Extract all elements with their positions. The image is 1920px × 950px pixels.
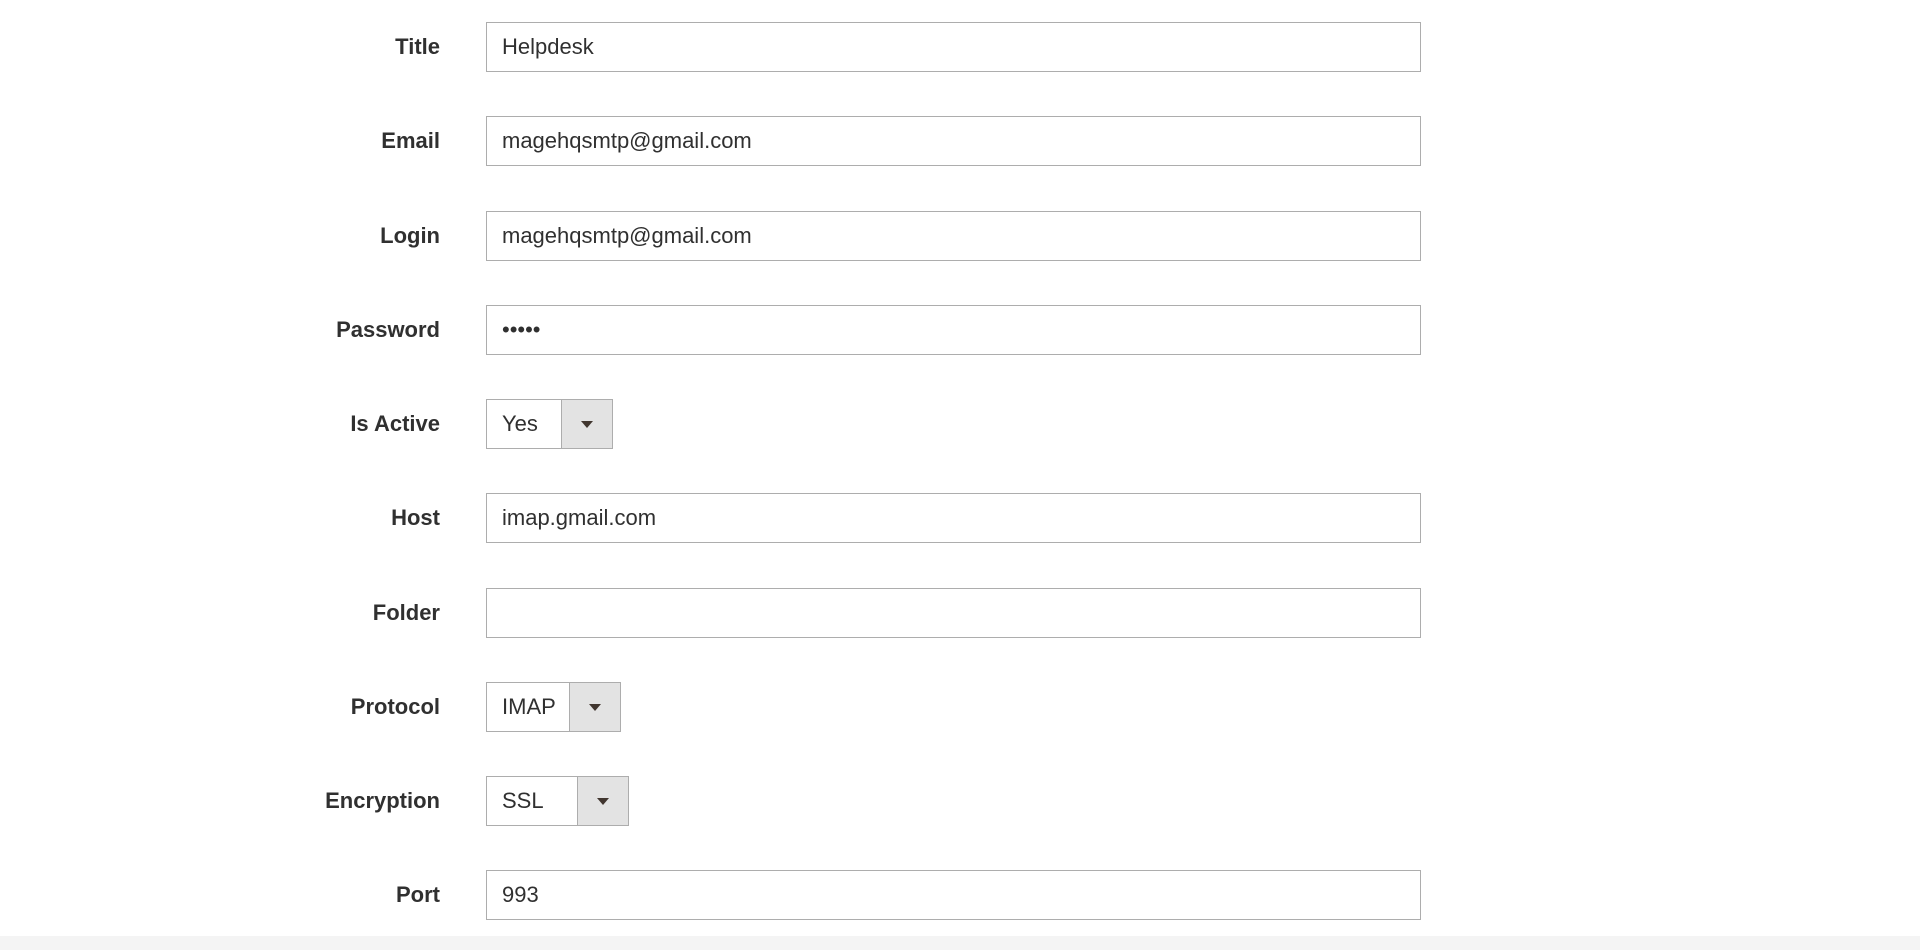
login-input[interactable] [486,211,1421,261]
folder-label: Folder [372,600,440,625]
encryption-select[interactable]: SSL [486,776,629,826]
protocol-dropdown-button[interactable] [569,683,620,731]
encryption-label: Encryption [325,788,440,813]
caret-down-icon [581,420,593,428]
is-active-select[interactable]: Yes [486,399,613,449]
port-label: Port [396,882,440,907]
mailbox-settings-form: Title Email Login Password Is Active Yes… [0,0,1920,950]
login-label: Login [380,223,440,248]
email-row: Email [0,116,1920,166]
is-active-label: Is Active [350,411,440,436]
caret-down-icon [597,797,609,805]
title-row: Title [0,22,1920,72]
password-row: Password [0,305,1920,355]
host-label: Host [391,505,440,530]
email-input[interactable] [486,116,1421,166]
email-label: Email [381,128,440,153]
title-input[interactable] [486,22,1421,72]
protocol-label: Protocol [350,694,440,719]
is-active-selected-value: Yes [502,411,538,436]
title-label: Title [395,34,440,59]
password-label: Password [336,317,440,342]
caret-down-icon [589,703,601,711]
page-footer-strip [0,936,1920,950]
encryption-dropdown-button[interactable] [577,777,628,825]
encryption-selected-value: SSL [502,788,544,813]
is-active-row: Is Active Yes [0,399,1920,449]
password-input[interactable] [486,305,1421,355]
protocol-row: Protocol IMAP [0,682,1920,732]
host-row: Host [0,493,1920,543]
encryption-row: Encryption SSL [0,776,1920,826]
host-input[interactable] [486,493,1421,543]
port-input[interactable] [486,870,1421,920]
protocol-selected-value: IMAP [502,694,556,719]
is-active-dropdown-button[interactable] [561,400,612,448]
folder-input[interactable] [486,588,1421,638]
login-row: Login [0,211,1920,261]
protocol-select[interactable]: IMAP [486,682,621,732]
port-row: Port [0,870,1920,920]
folder-row: Folder [0,588,1920,638]
